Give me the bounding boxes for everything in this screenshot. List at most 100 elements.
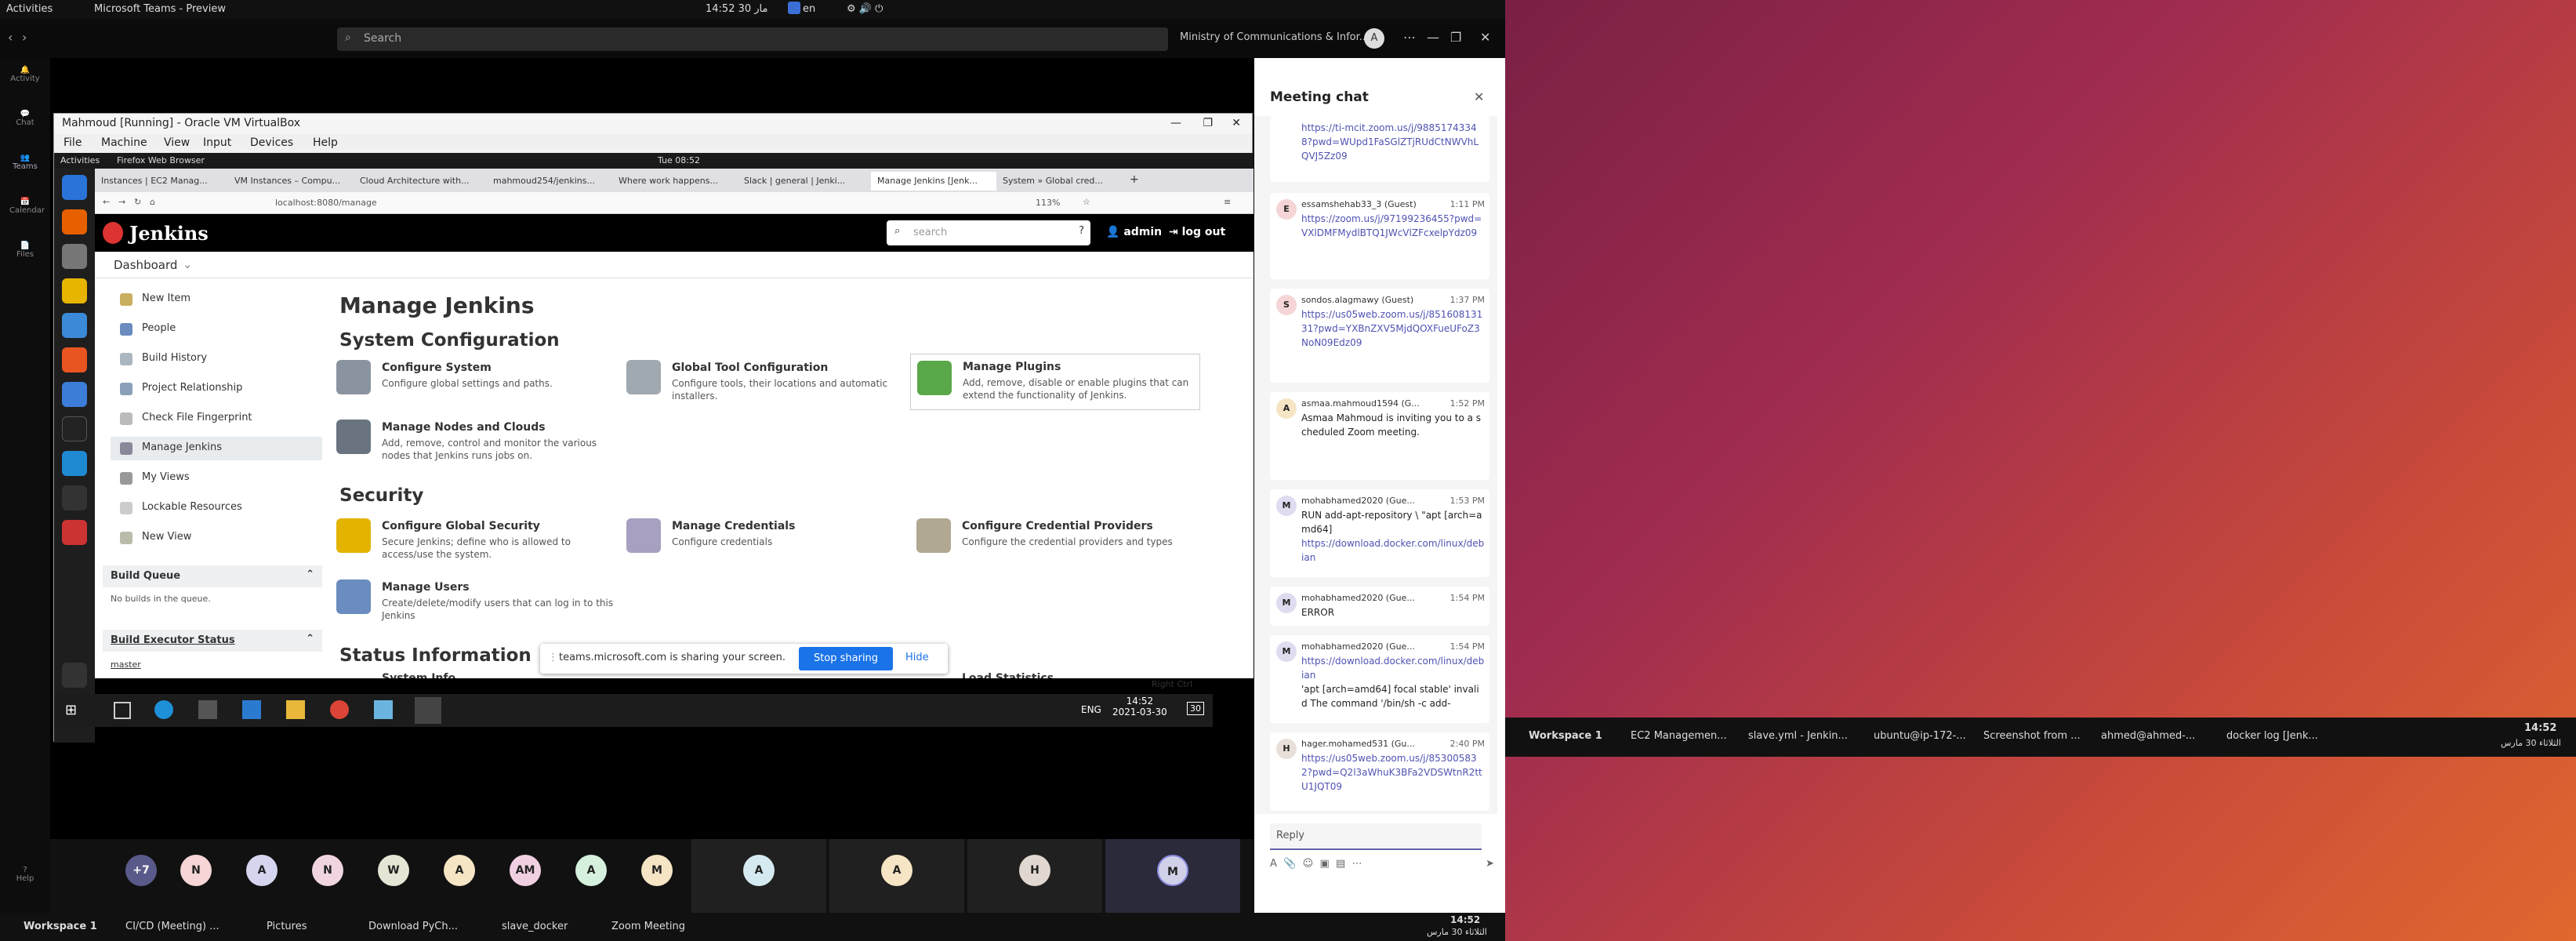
system-tray-icons[interactable]: ⚙ 🔊 ⏻ [847,3,883,15]
logout-link[interactable]: ⇥ log out [1169,226,1225,238]
gif-icon[interactable]: ▣ [1319,858,1329,870]
chat-message[interactable]: M 1:53 PM mohabhamed2020 (Gue... RUN add-ap… [1270,489,1489,577]
menu-devices[interactable]: Devices [250,136,293,149]
tab-active[interactable]: Manage Jenkins [Jenk... [871,172,996,191]
tile-credential-providers[interactable]: Configure Credential Providers Configure … [916,518,1191,573]
mail-icon[interactable] [242,700,261,719]
side-fingerprint[interactable]: Check File Fingerprint [111,407,322,431]
clock[interactable]: 14:52 30 مار [706,3,767,15]
reply-input[interactable]: Reply [1270,823,1482,850]
jenkins-search-input[interactable]: ⌕ search ? [887,220,1090,245]
guest-activities[interactable]: Activities [60,155,100,165]
bottom-clock[interactable]: 14:52 [1450,914,1480,925]
tile-manage-nodes[interactable]: Manage Nodes and Clouds Add, remove, cont… [336,420,611,474]
tile-configure-system[interactable]: Configure System Configure global setting… [336,360,611,415]
build-queue-header[interactable]: Build Queue ⌃ [103,565,322,587]
user-avatar[interactable]: A [1364,28,1384,49]
rail-files[interactable]: 📄 Files [9,242,41,273]
participant-overflow[interactable]: +7 [125,855,157,886]
menu-input[interactable]: Input [203,136,231,149]
task-item[interactable]: EC2 Managemen... [1631,730,1727,742]
forward-icon[interactable]: → [118,197,125,207]
participant-avatar[interactable]: A [246,855,278,886]
side-my-views[interactable]: My Views [111,467,322,490]
executor-master-link[interactable]: master [111,659,141,670]
participant-tile[interactable]: A [691,839,826,913]
tab[interactable]: Cloud Architecture with... [354,172,487,191]
chat-message[interactable]: M 1:54 PM mohabhamed2020 (Gue... ERROR [1270,587,1489,626]
menu-machine[interactable]: Machine [101,136,147,149]
participant-tile[interactable]: H [967,839,1102,913]
task-item[interactable]: ahmed@ahmed-... [2101,730,2195,742]
edge-icon[interactable] [154,700,173,719]
participant-avatar[interactable]: N [312,855,343,886]
participant-avatar[interactable]: N [180,855,212,886]
tab[interactable]: Slack | general | Jenki... [738,172,871,191]
jenkins-brand[interactable]: Jenkins [129,222,209,245]
back-arrow-icon[interactable]: ‹ [8,30,13,45]
participant-avatar[interactable]: W [378,855,409,886]
minimize-icon[interactable]: — [1427,30,1439,45]
menu-view[interactable]: View [164,136,190,149]
teams-search-input[interactable]: ⌕ Search [337,27,1168,51]
side-build-history[interactable]: Build History [111,347,322,371]
task-item[interactable]: Download PyCh... [368,921,458,932]
chat-message[interactable]: E 1:11 PM essamshehab33_3 (Guest) https://z… [1270,193,1489,279]
help-icon[interactable]: ? [1079,225,1084,237]
emoji-icon[interactable]: ☺ [1303,858,1314,870]
workspace-label[interactable]: Workspace 1 [1529,730,1602,742]
participant-avatar[interactable]: M [641,855,673,886]
rail-calendar[interactable]: 📅 Calendar [9,198,45,229]
menu-file[interactable]: File [63,136,82,149]
vscode-icon[interactable] [62,451,87,476]
rhythmbox-icon[interactable] [62,278,87,303]
show-apps-icon[interactable] [62,663,87,688]
executor-status-header[interactable]: Build Executor Status ⌃ [103,630,322,652]
forward-arrow-icon[interactable]: › [22,30,27,45]
participant-avatar[interactable]: A [444,855,475,886]
tab[interactable]: VM Instances – Compu... [228,172,354,191]
hide-button[interactable]: Hide [905,652,929,663]
vbox-running-icon[interactable] [415,697,441,724]
stop-sharing-button[interactable]: Stop sharing [799,647,893,670]
tab[interactable]: Where work happens... [612,172,738,191]
tile-load-statistics[interactable]: Load Statistics [916,670,1191,678]
close-icon[interactable]: ✕ [1232,117,1241,129]
bookmark-icon[interactable]: ☆ [1083,197,1090,207]
participant-avatar[interactable]: AM [510,855,541,886]
task-item[interactable]: Zoom Meeting [611,921,685,932]
reload-icon[interactable]: ↻ [134,197,141,207]
collapse-icon[interactable]: ⌃ [306,569,314,580]
guest-app-menu[interactable]: Firefox Web Browser [117,155,205,165]
side-new-view[interactable]: New View [111,526,322,550]
side-project-relationship[interactable]: Project Relationship [111,377,322,401]
org-switcher[interactable]: Ministry of Communications & Infor... [1180,31,1369,43]
amazon-icon[interactable] [62,416,87,441]
participant-tile[interactable]: A [829,839,964,913]
participant-avatar[interactable]: A [575,855,607,886]
minimize-icon[interactable]: — [1170,117,1181,129]
chat-message[interactable]: H 2:40 PM hager.mohamed531 (Gu... https://u… [1270,732,1489,811]
terminal-icon[interactable] [62,485,87,510]
store-icon[interactable] [198,700,217,719]
new-tab-icon[interactable]: + [1130,173,1139,186]
app-icon[interactable] [62,520,87,545]
app-menu[interactable]: Microsoft Teams - Preview [94,3,226,15]
help-icon[interactable] [62,382,87,407]
tile-global-tool-configuration[interactable]: Global Tool Configuration Configure tools… [626,360,901,415]
language-indicator[interactable]: en [803,3,815,15]
explorer-icon[interactable] [286,700,305,719]
breadcrumb-dashboard[interactable]: Dashboard [114,258,177,272]
chat-message[interactable]: M 1:54 PM mohabhamed2020 (Gue... https://do… [1270,635,1489,723]
guest-clock[interactable]: Tue 08:52 [658,155,700,165]
rail-activity[interactable]: 🔔 Activity [9,66,41,97]
close-icon[interactable]: ✕ [1480,30,1490,45]
task-item[interactable]: slave_docker [502,921,568,932]
more-options-icon[interactable]: ⋯ [1403,30,1416,45]
task-item[interactable]: ubuntu@ip-172-... [1874,730,1966,742]
tab[interactable]: Instances | EC2 Manag... [95,172,228,191]
task-item[interactable]: Pictures [267,921,307,932]
windows-start-icon[interactable]: ⊞ [65,702,77,718]
firefox-icon[interactable] [62,209,87,234]
maximize-icon[interactable]: ❐ [1203,117,1213,129]
